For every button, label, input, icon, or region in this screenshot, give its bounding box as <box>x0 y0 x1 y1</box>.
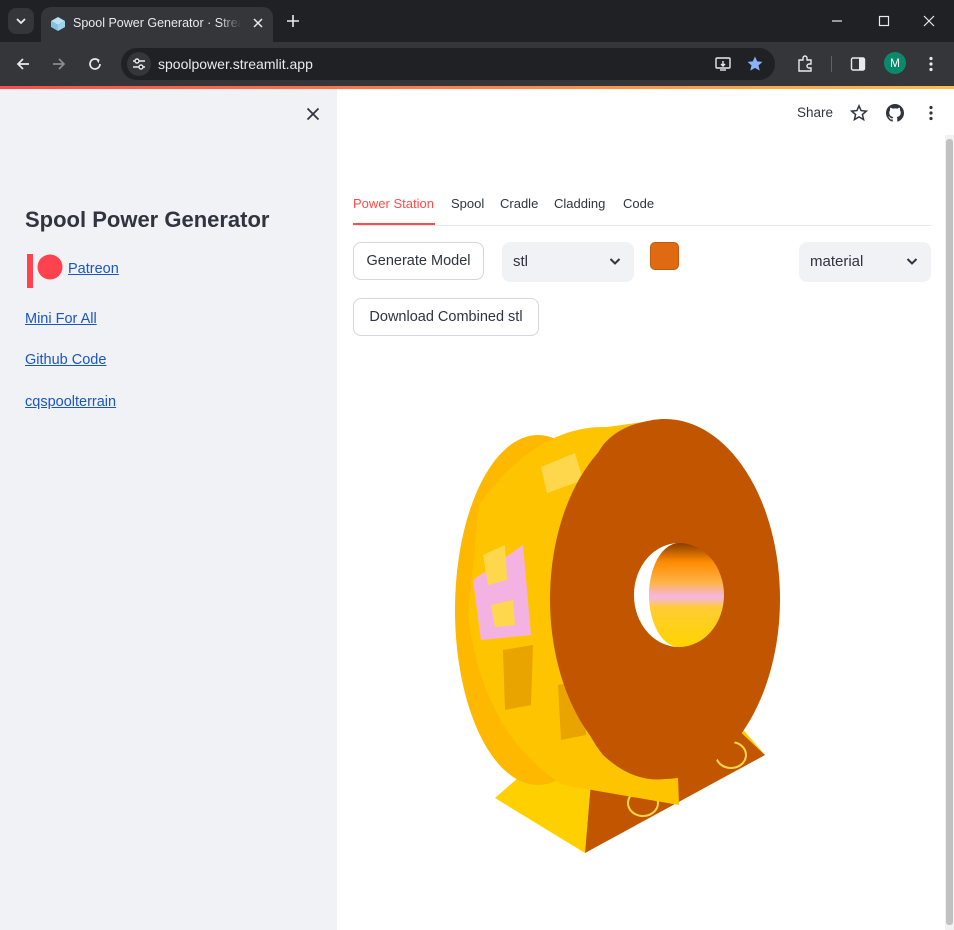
sidebar-close-button[interactable] <box>302 103 324 125</box>
patreon-link[interactable]: Patreon <box>68 261 119 277</box>
patreon-logo-icon <box>27 254 63 288</box>
chevron-down-icon <box>16 18 26 25</box>
star-outline-icon <box>850 104 868 122</box>
github-button[interactable] <box>884 102 906 124</box>
reload-button[interactable] <box>83 52 107 76</box>
forward-button[interactable] <box>47 52 71 76</box>
minimize-icon <box>832 20 842 22</box>
new-tab-button[interactable] <box>282 10 304 32</box>
tune-icon <box>133 58 145 70</box>
page-scrollbar[interactable] <box>945 135 954 930</box>
install-icon <box>715 57 731 71</box>
reload-icon <box>89 58 101 70</box>
address-bar[interactable]: spoolpower.streamlit.app <box>121 48 775 80</box>
generate-model-button[interactable]: Generate Model <box>353 242 484 280</box>
mini-for-all-link[interactable]: Mini For All <box>25 311 97 327</box>
tab-cradle[interactable]: Cradle <box>500 196 538 211</box>
tab-search-button[interactable] <box>8 8 34 34</box>
star-filled-icon <box>747 56 763 71</box>
cqspoolterrain-link[interactable]: cqspoolterrain <box>25 394 116 410</box>
chevron-down-icon <box>609 258 621 265</box>
app-menu-button[interactable] <box>920 102 942 124</box>
maximize-button[interactable] <box>873 10 895 32</box>
chevron-down-icon <box>906 258 918 265</box>
toolbar-divider <box>831 56 832 72</box>
download-combined-stl-button[interactable]: Download Combined stl <box>353 298 539 336</box>
favorite-button[interactable] <box>848 102 870 124</box>
browser-menu-button[interactable] <box>919 52 943 76</box>
active-tab-indicator <box>353 223 435 225</box>
format-select[interactable]: stl <box>502 242 634 282</box>
tab-close-button[interactable] <box>249 14 267 32</box>
browser-tab-strip: Spool Power Generator · Streamlit <box>0 0 954 42</box>
puzzle-icon <box>798 55 812 72</box>
back-button[interactable] <box>11 52 35 76</box>
scrollbar-thumb[interactable] <box>946 139 953 925</box>
install-app-button[interactable] <box>712 52 736 76</box>
material-select-value: material <box>810 253 864 270</box>
bookmark-star-button[interactable] <box>743 52 767 76</box>
more-vertical-icon <box>929 56 933 72</box>
tab-power-station[interactable]: Power Station <box>353 196 434 211</box>
side-panel-button[interactable] <box>846 52 870 76</box>
close-icon <box>923 15 935 27</box>
close-icon <box>306 107 320 121</box>
model-3d-viewer[interactable] <box>443 405 783 865</box>
tab-title: Spool Power Generator · Streamlit <box>73 16 241 30</box>
tab-spool[interactable]: Spool <box>451 196 484 211</box>
url-text: spoolpower.streamlit.app <box>158 56 313 72</box>
browser-toolbar: spoolpower.streamlit.app M <box>0 42 954 86</box>
sidebar-title: Spool Power Generator <box>25 207 270 232</box>
streamlit-favicon-icon <box>51 17 65 31</box>
browser-tab-active[interactable]: Spool Power Generator · Streamlit <box>41 7 273 42</box>
tab-code[interactable]: Code <box>623 196 654 211</box>
format-select-value: stl <box>513 253 528 270</box>
tab-cladding[interactable]: Cladding <box>554 196 605 211</box>
profile-avatar[interactable]: M <box>884 52 906 74</box>
color-picker[interactable] <box>650 242 679 270</box>
github-code-link[interactable]: Github Code <box>25 352 106 368</box>
arrow-right-icon <box>53 58 66 70</box>
share-button[interactable]: Share <box>797 105 833 120</box>
extensions-button[interactable] <box>793 52 817 76</box>
window-close-button[interactable] <box>918 10 940 32</box>
material-select[interactable]: material <box>799 242 931 282</box>
arrow-left-icon <box>16 58 29 70</box>
more-vertical-icon <box>929 105 933 121</box>
site-info-button[interactable] <box>127 52 151 76</box>
spool-front-disc <box>550 419 780 780</box>
maximize-icon <box>878 15 890 27</box>
plus-icon <box>287 15 299 27</box>
sidebar: Spool Power Generator Patreon Mini For A… <box>0 89 337 930</box>
close-icon <box>253 18 263 28</box>
minimize-button[interactable] <box>826 10 848 32</box>
github-icon <box>886 104 904 122</box>
side-panel-icon <box>850 57 866 71</box>
tab-bar: Power Station Spool Cradle Cladding Code <box>353 196 931 226</box>
